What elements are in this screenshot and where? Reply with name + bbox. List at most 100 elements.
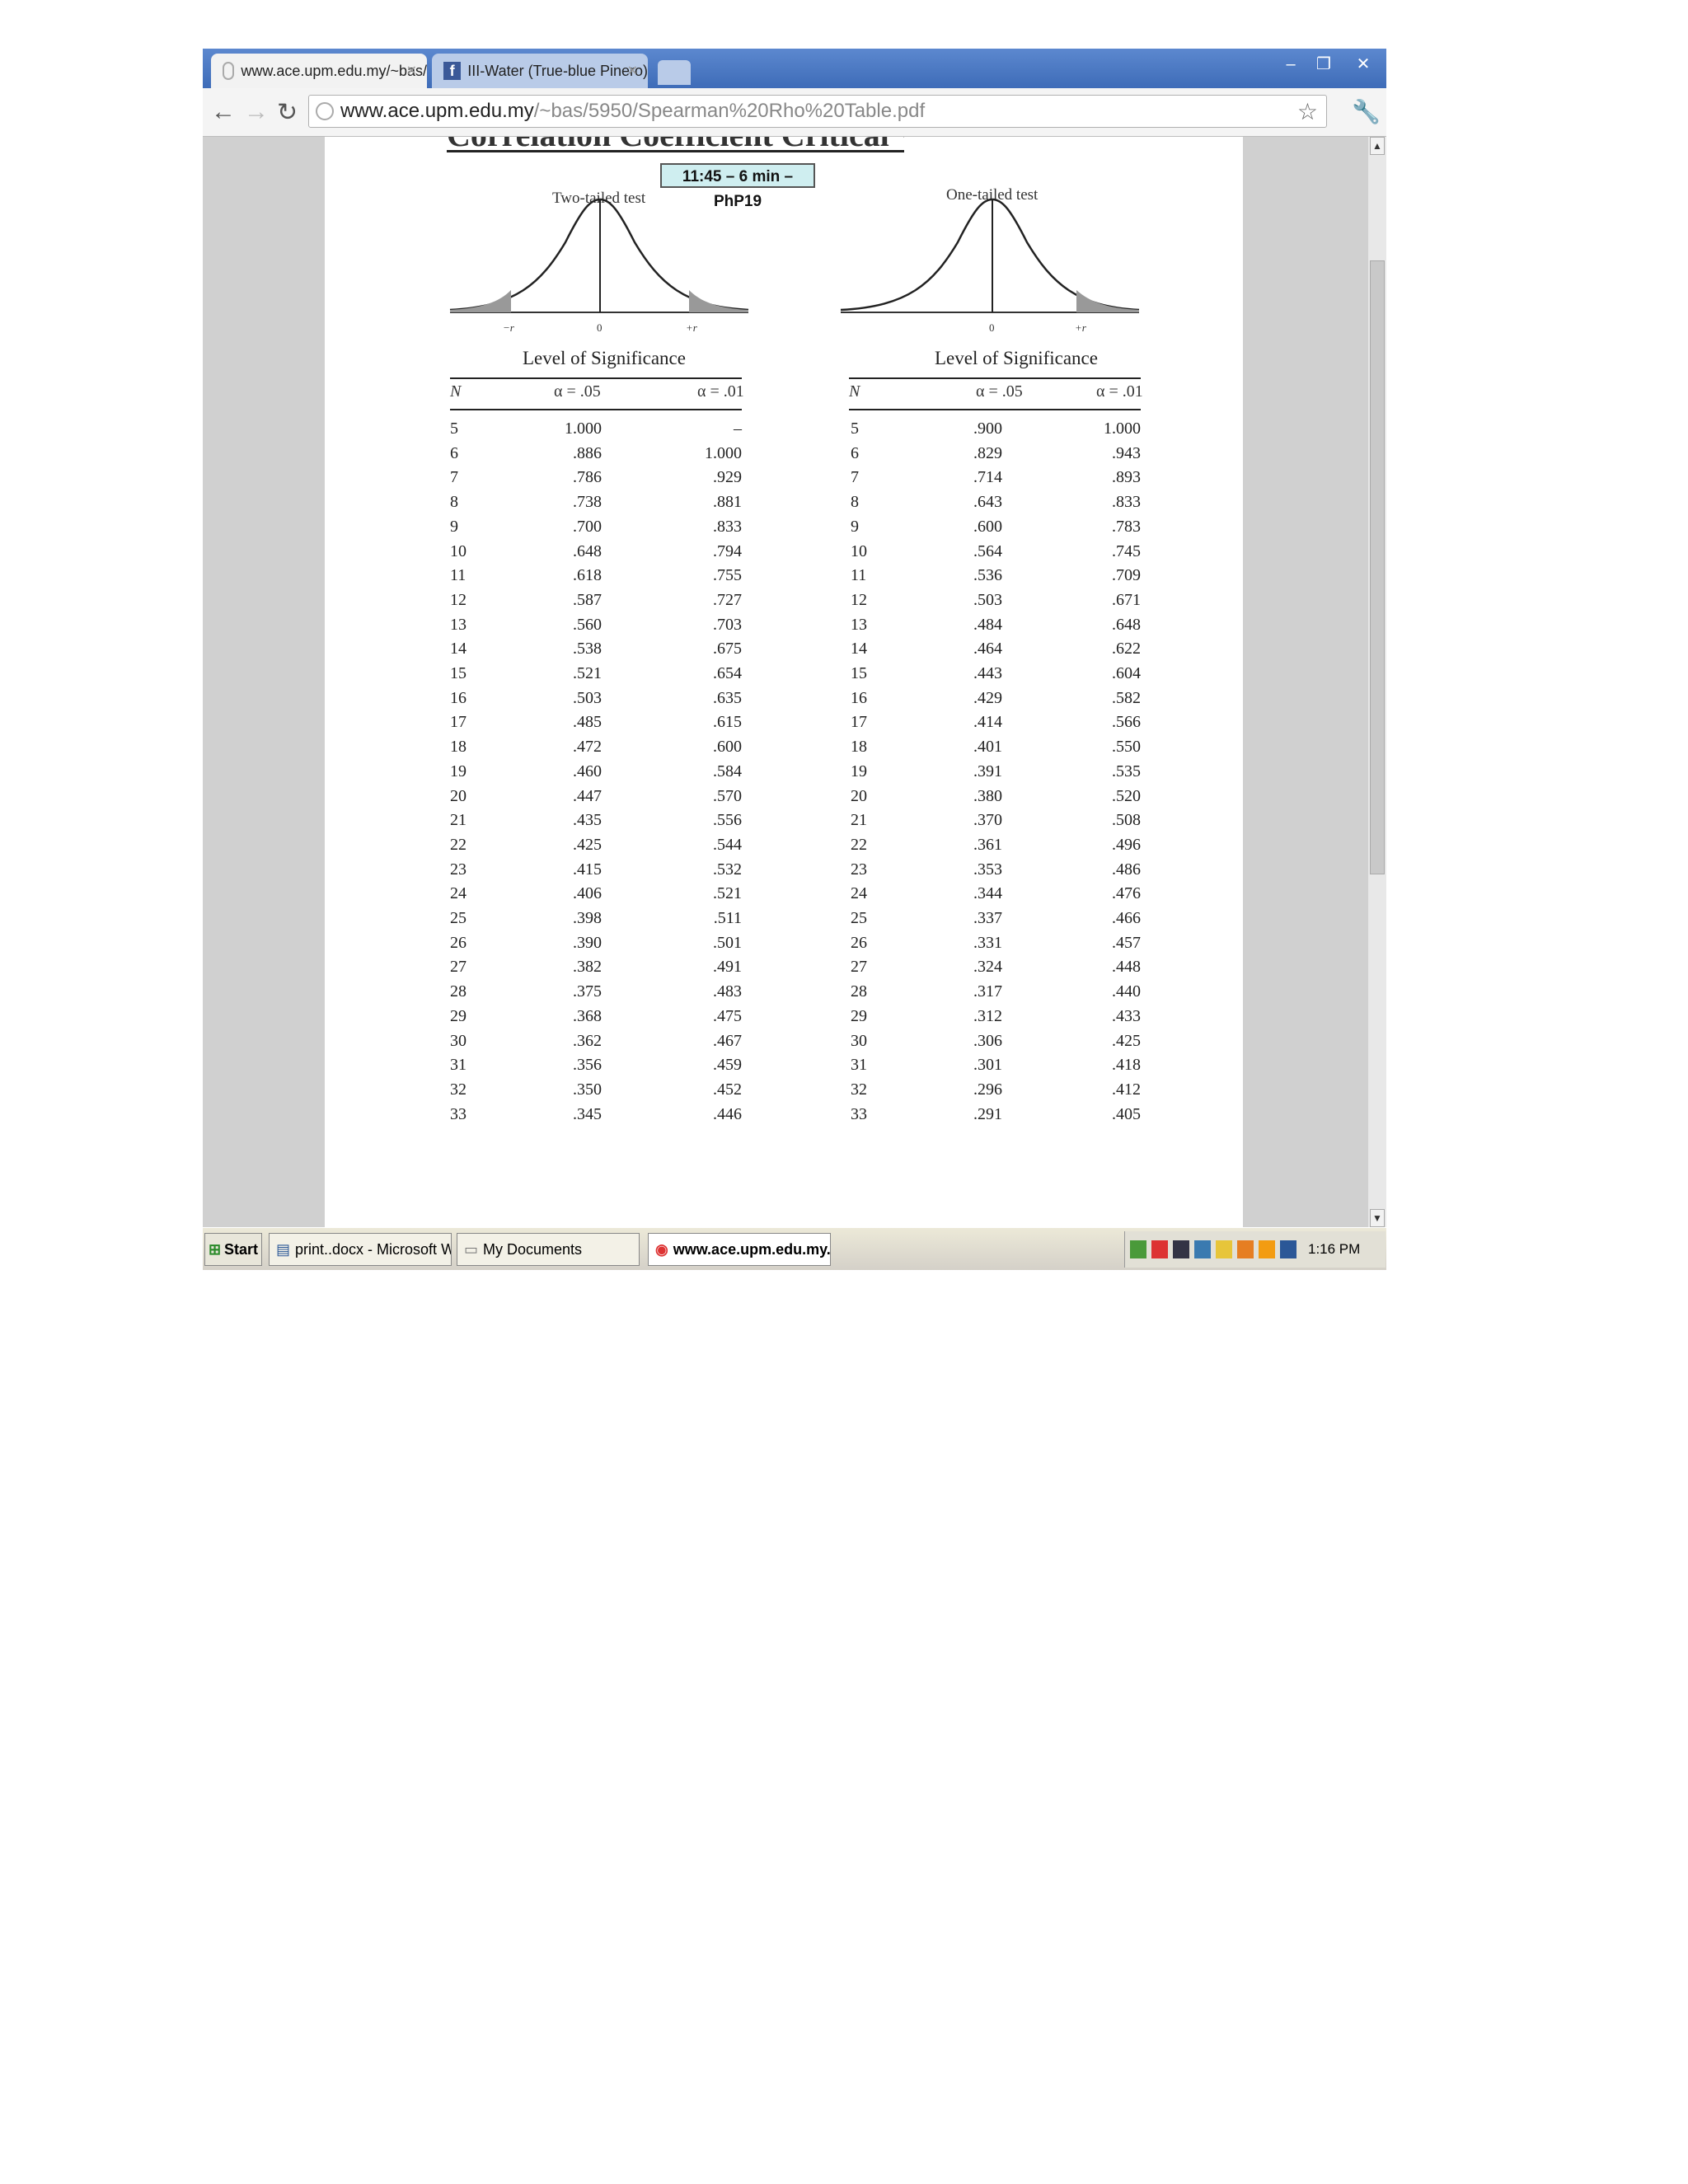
two-tailed-cell-a01: .654 [713, 664, 742, 682]
cut-off-title: Correlation Coefficient Critical Values [447, 137, 904, 148]
one-tailed-cell-a01: .604 [1112, 664, 1141, 682]
task-chrome[interactable]: ◉ www.ace.upm.edu.my... [648, 1233, 831, 1266]
two-tailed-cell-n: 27 [450, 958, 467, 977]
one-tailed-cell-a01: .496 [1112, 835, 1141, 854]
two-tailed-cell-a01: .511 [713, 909, 742, 927]
one-tailed-cell-n: 5 [851, 419, 859, 438]
two-tailed-cell-a01: .833 [713, 517, 742, 536]
one-tailed-cell-a01: .893 [1112, 468, 1141, 487]
one-tailed-cell-n: 14 [851, 640, 867, 658]
tab-label: www.ace.upm.edu.my/~bas/ [241, 62, 427, 79]
two-tailed-a01-header: α = .01 [697, 382, 744, 401]
one-tailed-a05-header: α = .05 [976, 382, 1023, 401]
close-tab-icon[interactable]: ✕ [627, 63, 638, 79]
two-tailed-cell-n: 26 [450, 933, 467, 952]
restore-icon[interactable]: ❐ [1307, 54, 1340, 75]
one-tailed-cell-a05: .331 [973, 933, 1002, 952]
one-tailed-cell-a05: .391 [973, 762, 1002, 780]
one-tailed-cell-a01: .566 [1112, 713, 1141, 732]
facebook-icon: f [443, 62, 462, 80]
two-tailed-cell-n: 7 [450, 468, 458, 487]
one-tailed-cell-n: 12 [851, 590, 867, 609]
tray-icon[interactable] [1194, 1240, 1211, 1258]
tab-label: III-Water (True-blue Pinero) [467, 62, 648, 79]
one-tailed-cell-a05: .643 [973, 493, 1002, 512]
scroll-up-icon[interactable]: ▲ [1370, 137, 1385, 155]
two-tailed-cell-a05: .521 [573, 664, 602, 682]
close-tab-icon[interactable]: ✕ [406, 63, 417, 79]
task-my-documents[interactable]: ▭ My Documents [457, 1233, 640, 1266]
one-tailed-cell-a05: .301 [973, 1056, 1002, 1075]
one-tailed-cell-a05: .324 [973, 958, 1002, 977]
vertical-scrollbar[interactable]: ▲ ▼ [1368, 137, 1386, 1227]
tray-icon[interactable] [1216, 1240, 1232, 1258]
scroll-thumb[interactable] [1370, 260, 1385, 874]
two-tailed-cell-a01: .501 [713, 933, 742, 952]
tab-facebook[interactable]: f III-Water (True-blue Pinero) ✕ [432, 54, 648, 88]
one-tailed-cell-a01: .440 [1112, 982, 1141, 1001]
one-tailed-cell-a05: .312 [973, 1006, 1002, 1025]
one-tailed-cell-a05: .600 [973, 517, 1002, 536]
one-tailed-cell-a01: .457 [1112, 933, 1141, 952]
one-tailed-cell-n: 22 [851, 835, 867, 854]
new-tab-button[interactable] [658, 60, 691, 85]
one-tailed-cell-a01: .745 [1112, 541, 1141, 560]
one-tailed-cell-n: 21 [851, 811, 867, 830]
one-tailed-cell-a01: .783 [1112, 517, 1141, 536]
minimize-icon[interactable]: – [1274, 54, 1307, 75]
bookmark-star-icon[interactable]: ☆ [1297, 98, 1318, 125]
pdf-viewport[interactable]: Correlation Coefficient Critical Values … [203, 137, 1368, 1227]
two-tailed-cell-a01: .794 [713, 541, 742, 560]
one-tailed-a01-header: α = .01 [1096, 382, 1143, 401]
tray-icon[interactable] [1280, 1240, 1296, 1258]
two-tailed-cell-a05: .415 [573, 860, 602, 879]
one-tailed-cell-a01: .709 [1112, 566, 1141, 585]
two-tailed-cell-n: 22 [450, 835, 467, 854]
task-word[interactable]: ▤ print..docx - Microsoft W... [269, 1233, 452, 1266]
tab-spearman-pdf[interactable]: www.ace.upm.edu.my/~bas/ ✕ [211, 54, 427, 88]
one-tailed-cell-n: 8 [851, 493, 859, 512]
two-tailed-cell-a05: .538 [573, 640, 602, 658]
reload-icon[interactable]: ↻ [277, 98, 298, 127]
tray-icon[interactable] [1259, 1240, 1275, 1258]
one-tailed-cell-a05: .291 [973, 1104, 1002, 1123]
back-icon[interactable]: ← [211, 98, 236, 126]
one-tailed-cell-n: 25 [851, 909, 867, 927]
one-tailed-cell-a05: .536 [973, 566, 1002, 585]
address-bar[interactable]: www.ace.upm.edu.my/~bas/5950/Spearman%20… [308, 95, 1327, 128]
start-button[interactable]: ⊞ Start [204, 1233, 262, 1266]
two-tailed-cell-a05: .390 [573, 933, 602, 952]
close-window-icon[interactable]: ✕ [1347, 54, 1380, 75]
url-path: /~bas/5950/Spearman%20Rho%20Table.pdf [533, 100, 926, 122]
browser-toolbar: ← → ↻ www.ace.upm.edu.my/~bas/5950/Spear… [203, 88, 1386, 137]
two-tailed-cell-n: 10 [450, 541, 467, 560]
two-tailed-cell-a05: .375 [573, 982, 602, 1001]
tray-icon[interactable] [1237, 1240, 1254, 1258]
one-tailed-cell-n: 15 [851, 664, 867, 682]
tray-icon[interactable] [1173, 1240, 1189, 1258]
two-tailed-cell-a01: .881 [713, 493, 742, 512]
chrome-icon: ◉ [655, 1240, 668, 1258]
forward-icon[interactable]: → [244, 98, 269, 126]
one-tailed-cell-a05: .429 [973, 688, 1002, 707]
rule [849, 409, 1141, 410]
scroll-down-icon[interactable]: ▼ [1370, 1209, 1385, 1227]
two-tailed-cell-a05: .356 [573, 1056, 602, 1075]
one-tailed-cell-a01: .582 [1112, 688, 1141, 707]
tray-icon[interactable] [1151, 1240, 1168, 1258]
two-tailed-cell-n: 9 [450, 517, 458, 536]
tray-icon[interactable] [1130, 1240, 1146, 1258]
two-tailed-cell-a05: .786 [573, 468, 602, 487]
start-label: Start [224, 1240, 259, 1258]
taskbar: ⊞ Start ▤ print..docx - Microsoft W... ▭… [203, 1227, 1386, 1270]
one-tailed-cell-n: 13 [851, 615, 867, 634]
one-tailed-cell-a05: .503 [973, 590, 1002, 609]
wrench-menu-icon[interactable]: 🔧 [1352, 98, 1381, 125]
two-tailed-cell-a05: .382 [573, 958, 602, 977]
one-tailed-cell-a01: .476 [1112, 884, 1141, 903]
two-tailed-cell-a01: 1.000 [705, 443, 742, 462]
windows-logo-icon: ⊞ [208, 1240, 222, 1258]
page-info-icon[interactable] [316, 102, 334, 120]
zero-label: 0 [597, 321, 603, 334]
two-tailed-cell-a01: .755 [713, 566, 742, 585]
